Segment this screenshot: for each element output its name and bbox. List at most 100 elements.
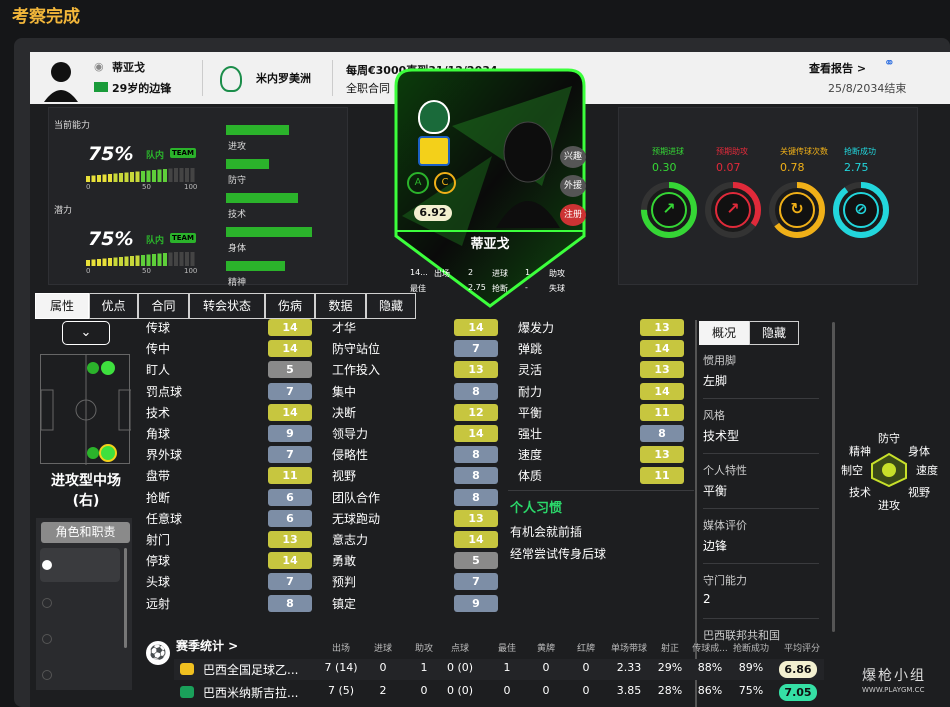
- role-duty-button[interactable]: 角色和职责: [41, 522, 130, 543]
- competition-name[interactable]: 巴西全国足球乙...: [203, 661, 298, 678]
- card-stat-value: 2.75: [468, 283, 486, 292]
- season-cell: 0: [420, 684, 428, 697]
- overview-heading: 守门能力: [703, 574, 747, 587]
- habit-item: 有机会就前插: [510, 525, 583, 539]
- season-column-header: 黄牌: [536, 644, 555, 654]
- season-cell: 89%: [738, 661, 764, 674]
- attributes-divider: [508, 490, 694, 491]
- attribute-name: 侵略性: [332, 448, 369, 463]
- attribute-value: 5: [268, 361, 312, 379]
- view-report-link[interactable]: 查看报告 >: [809, 60, 866, 76]
- overview-scrollbar[interactable]: [832, 322, 835, 632]
- brazil-flag-icon: [94, 82, 108, 92]
- card-player-name: 蒂亚戈: [470, 237, 510, 252]
- tab-7[interactable]: 隐藏: [366, 293, 416, 319]
- season-column-header: 射正: [660, 644, 679, 654]
- binoculars-icon[interactable]: ⚭: [884, 56, 895, 71]
- overview-value: 技术型: [703, 429, 740, 443]
- tab-6[interactable]: 数据: [315, 293, 366, 319]
- overview-tab[interactable]: 概况: [699, 321, 749, 345]
- attribute-name: 传中: [146, 342, 171, 357]
- position-dropdown[interactable]: ⌄: [62, 321, 110, 345]
- season-stats-link[interactable]: 赛季统计 >: [176, 637, 238, 654]
- radio-selected-icon[interactable]: [42, 560, 52, 570]
- gauge-segment: [102, 258, 107, 266]
- attribute-value: 12: [454, 403, 498, 421]
- card-action-button[interactable]: 外援: [560, 175, 586, 197]
- radio-icon[interactable]: [42, 634, 52, 644]
- key-stat-label: 抢断成功: [844, 147, 876, 156]
- overview-value: 2: [703, 592, 711, 606]
- attribute-value: 13: [640, 319, 684, 336]
- hidden-tab[interactable]: 隐藏: [749, 321, 799, 345]
- attribute-value: 8: [268, 594, 312, 612]
- season-cell: 3.85: [616, 684, 642, 697]
- role-selected-item[interactable]: [40, 548, 120, 582]
- attribute-value: 6: [268, 509, 312, 527]
- overview-heading: 媒体评价: [703, 519, 747, 532]
- season-column-header: 助攻: [414, 644, 433, 654]
- competition-icon: [180, 663, 194, 675]
- attribute-value: 6: [268, 488, 312, 506]
- competition-name[interactable]: 巴西米纳斯吉拉...: [203, 684, 298, 701]
- attribute-name: 射门: [146, 533, 171, 547]
- gauge-scale-label: 0: [86, 267, 91, 275]
- club-crest-icon: [220, 66, 242, 92]
- attribute-value: 11: [640, 467, 684, 485]
- season-cell: 0: [379, 661, 387, 674]
- ability-bar-label: 技术: [228, 210, 247, 220]
- card-action-button[interactable]: 兴趣: [560, 146, 586, 168]
- card-rating: 6.92: [414, 205, 452, 221]
- season-column-header: 平均评分: [783, 644, 820, 654]
- season-cell: 0 (0): [446, 661, 474, 674]
- contract-type: 全职合同: [346, 82, 390, 95]
- attribute-value: 14: [640, 382, 684, 400]
- overview-value: 左脚: [703, 374, 728, 388]
- gauge-scale-label: 100: [184, 267, 198, 275]
- tab-2[interactable]: 优点: [89, 293, 138, 319]
- ability-bar-label: 防守: [228, 176, 247, 186]
- attribute-name: 决断: [332, 405, 357, 420]
- season-cell: 2.33: [616, 661, 642, 674]
- attribute-value: 14: [268, 319, 312, 336]
- gauge-segment: [185, 252, 189, 266]
- gauge-segment: [146, 170, 151, 182]
- radio-icon[interactable]: [42, 670, 52, 680]
- gauge-scale-label: 0: [86, 183, 91, 191]
- gauge-segment: [141, 255, 145, 266]
- role-scrollbar[interactable]: [124, 548, 127, 648]
- overview-divider: [703, 453, 819, 454]
- habit-item: 经常尝试传身后球: [510, 547, 607, 561]
- ability-bar: [226, 193, 298, 203]
- attribute-name: 镇定: [332, 596, 357, 611]
- player-age-position: 29岁的边锋: [112, 82, 172, 95]
- gauge-segment: [97, 175, 101, 182]
- arrow-up-right-icon: ↗: [662, 199, 676, 218]
- tab-4[interactable]: 转会状态: [189, 293, 265, 319]
- player-avatar: [44, 58, 78, 102]
- gauge-segment: [124, 256, 129, 266]
- club-name[interactable]: 米内罗美洲: [256, 70, 311, 86]
- season-cell: 2: [379, 684, 387, 697]
- tab-1[interactable]: 属性: [35, 293, 89, 319]
- overview-value: 边锋: [703, 539, 728, 553]
- overview-heading: 风格: [703, 409, 725, 422]
- overview-heading: 惯用脚: [703, 354, 736, 367]
- radio-icon[interactable]: [42, 598, 52, 608]
- person-icon: ◉: [94, 60, 104, 73]
- ability-bar-label: 进攻: [228, 142, 247, 152]
- attribute-value: 14: [640, 340, 684, 358]
- watermark-name: 爆枪小组: [862, 668, 926, 684]
- gauge-segment: [174, 252, 178, 266]
- attribute-value: 9: [454, 594, 498, 612]
- card-stat-value: -: [525, 283, 528, 292]
- ability-bar: [226, 261, 285, 271]
- gauge-segment: [113, 173, 118, 182]
- pitch-diagram: [40, 354, 132, 465]
- gauge-scale-label: 100: [184, 183, 198, 191]
- gauge-segment: [168, 252, 173, 266]
- tab-5[interactable]: 伤病: [265, 293, 315, 319]
- gauge-segment: [141, 171, 145, 182]
- tab-3[interactable]: 合同: [138, 293, 189, 319]
- card-action-button[interactable]: 注册: [560, 204, 586, 226]
